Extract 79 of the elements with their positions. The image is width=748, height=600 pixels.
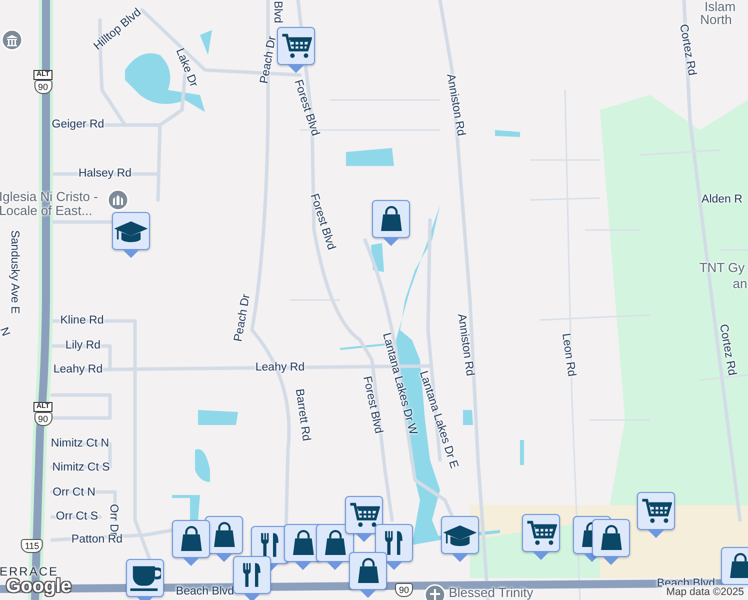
street-label: Orr Ct N [52, 486, 96, 500]
place-label: TNT Gy [699, 261, 745, 275]
water-area [198, 410, 238, 425]
water-area [346, 148, 394, 166]
street-label: Beach Blvd [176, 586, 234, 598]
shopping-bag-icon [600, 525, 622, 551]
street-label: Leahy Rd [255, 362, 305, 374]
map-pin[interactable] [112, 212, 150, 258]
place-label: Blessed Trinity [448, 586, 534, 600]
shopping-cart-icon [348, 502, 380, 528]
street-label: Patton Rd [71, 534, 123, 546]
route-shield: 90 [34, 412, 52, 426]
street-label: Geiger Rd [52, 118, 104, 132]
street-label: Blvd [270, 0, 284, 24]
street-label: Lily Rd [65, 340, 101, 352]
street-label: Forest Blvd [360, 375, 384, 435]
street-label: Leon Rd [558, 332, 578, 378]
shopping-cart-icon [640, 498, 672, 524]
street-label: Nimitz Ct S [52, 462, 110, 474]
shopping-bag-icon [292, 530, 314, 556]
street-label: Cortez Rd [716, 323, 738, 377]
map-attribution: Map data ©2025 [662, 585, 748, 600]
street-label: Barrett Rd [292, 388, 312, 442]
shopping-cart-icon [524, 520, 558, 546]
street-label: Orr Dr [106, 504, 120, 536]
map-pin[interactable] [375, 524, 413, 570]
water-area [520, 440, 524, 465]
water-area [495, 130, 520, 137]
map-pin[interactable] [277, 27, 315, 73]
place-label: Islam [704, 0, 736, 14]
place-label: North [700, 13, 732, 27]
place-label: an [732, 277, 748, 291]
fork-knife-icon [384, 530, 404, 556]
route-shield: 90 [395, 583, 413, 597]
street-label: Cortez Rd [676, 23, 698, 77]
water-area [371, 243, 384, 272]
shopping-bag-icon [728, 553, 748, 579]
shopping-bag-icon [380, 206, 402, 232]
map-pin[interactable] [522, 514, 560, 560]
shopping-cart-icon [280, 33, 312, 59]
map-pin[interactable] [233, 556, 271, 600]
street-label: Kline Rd [60, 314, 104, 328]
map-pin[interactable] [372, 200, 410, 246]
street-label: Alden R [702, 194, 742, 206]
shopping-bag-icon [324, 530, 346, 556]
street-label: Forest Blvd [306, 192, 338, 252]
map-pin[interactable] [126, 559, 164, 600]
street-label: Anniston Rd [443, 73, 467, 137]
street-label: Peach Dr [258, 35, 280, 85]
water-area [195, 449, 210, 482]
map-pin[interactable] [592, 519, 630, 565]
coffee-cup-icon [128, 565, 162, 591]
route-shield: 90 [34, 80, 52, 94]
street-label: N [0, 326, 12, 338]
shopping-bag-icon [180, 526, 202, 552]
street-label: Forest Blvd [290, 78, 322, 138]
shopping-bag-icon [356, 558, 380, 584]
map-pin[interactable] [441, 516, 479, 562]
fork-knife-icon [260, 532, 280, 558]
street-label: Sandusky Ave E [8, 230, 20, 314]
building-icon[interactable] [107, 189, 129, 211]
map-pin[interactable] [316, 524, 354, 570]
street-label: Orr Ct S [56, 510, 98, 524]
street-label: Peach Dr [232, 293, 254, 343]
bank-icon[interactable] [1, 29, 23, 51]
map-pin[interactable] [345, 496, 383, 542]
street-label: Halsey Rd [78, 168, 132, 180]
map-pin[interactable] [637, 492, 675, 538]
map-pin[interactable] [172, 520, 210, 566]
area-label: ERRACE [0, 566, 58, 578]
street-label: Nimitz Ct N [50, 438, 110, 450]
map-pin[interactable] [349, 552, 387, 598]
route-shield: 115 [20, 539, 44, 553]
cross-icon[interactable] [424, 584, 446, 600]
shopping-bag-icon [212, 522, 236, 548]
fork-knife-icon [242, 562, 262, 588]
street-label: Leahy Rd [53, 364, 103, 376]
water-area [463, 410, 473, 425]
street-label: Lake Dr [172, 46, 200, 90]
